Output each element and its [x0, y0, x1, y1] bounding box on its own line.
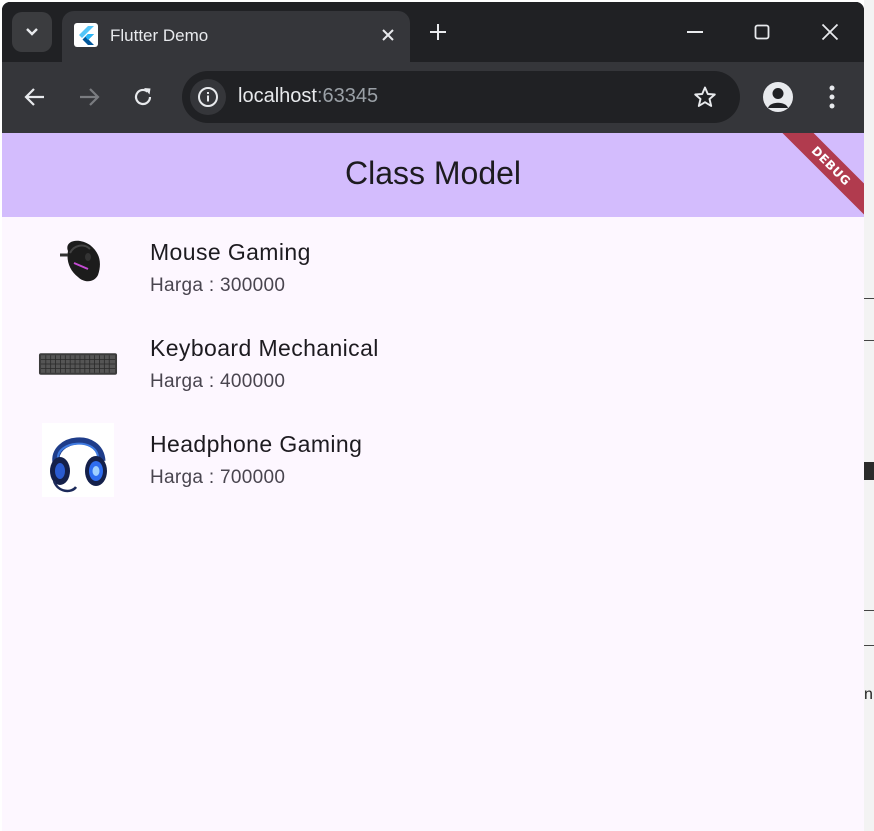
item-name: Mouse Gaming	[150, 239, 311, 265]
browser-toolbar: localhost:63345	[2, 62, 864, 133]
new-tab-button[interactable]	[426, 20, 450, 44]
close-window-button[interactable]	[813, 17, 847, 47]
forward-button[interactable]	[75, 83, 103, 111]
maximize-icon	[754, 24, 770, 40]
flutter-logo-icon	[74, 23, 98, 47]
minimize-button[interactable]	[678, 17, 712, 47]
list-item[interactable]: Headphone Gaming Harga : 700000	[2, 409, 864, 505]
reload-icon	[134, 88, 152, 106]
arrow-left-icon	[24, 88, 44, 106]
tab-flutter-demo[interactable]: Flutter Demo	[62, 11, 410, 62]
close-icon	[821, 23, 839, 41]
item-name: Headphone Gaming	[150, 431, 363, 457]
item-name: Keyboard Mechanical	[150, 335, 379, 361]
tab-search-button[interactable]	[12, 12, 52, 52]
app-bar: Class Model	[2, 133, 864, 217]
url-text: localhost:63345	[238, 85, 378, 108]
page-viewport: Class Model DEBUG Mouse Gaming Harga : 3…	[2, 133, 864, 831]
minimize-icon	[687, 31, 703, 33]
tab-close-button[interactable]	[376, 23, 400, 47]
maximize-button[interactable]	[745, 17, 779, 47]
background-divider	[864, 340, 874, 341]
arrow-right-icon	[80, 88, 100, 106]
star-icon	[694, 86, 716, 107]
list-item[interactable]: Keyboard Mechanical Harga : 400000	[2, 313, 864, 409]
site-info-button[interactable]	[190, 79, 226, 115]
background-divider	[864, 298, 874, 299]
account-icon	[768, 88, 788, 108]
more-vert-icon	[829, 85, 835, 109]
mechanical-keyboard-image	[38, 327, 118, 401]
back-button[interactable]	[21, 83, 49, 111]
address-bar[interactable]: localhost:63345	[182, 71, 740, 123]
browser-window: Flutter Demo localhost:63345 Class Model…	[2, 2, 864, 831]
background-divider	[864, 645, 874, 646]
tab-strip: Flutter Demo	[2, 2, 864, 62]
list-item[interactable]: Mouse Gaming Harga : 300000	[2, 217, 864, 313]
item-price: Harga : 400000	[150, 371, 286, 392]
background-window	[864, 0, 874, 831]
close-icon	[382, 29, 394, 41]
reload-button[interactable]	[129, 83, 157, 111]
chevron-down-icon	[26, 28, 38, 36]
background-bar	[864, 462, 874, 480]
background-divider	[864, 610, 874, 611]
info-icon	[198, 87, 218, 107]
item-price: Harga : 700000	[150, 467, 286, 488]
url-host: localhost	[238, 85, 317, 107]
plus-icon	[430, 24, 446, 40]
item-price: Harga : 300000	[150, 275, 286, 296]
bookmark-button[interactable]	[692, 84, 718, 110]
browser-menu-button[interactable]	[820, 82, 844, 112]
tab-title: Flutter Demo	[110, 26, 209, 45]
page-title: Class Model	[344, 155, 522, 191]
gaming-mouse-image	[38, 231, 118, 305]
url-port: :63345	[316, 85, 379, 107]
product-list: Mouse Gaming Harga : 300000 Keyboard Mec…	[2, 217, 864, 505]
profile-button[interactable]	[763, 82, 793, 112]
background-text: n	[864, 686, 873, 703]
gaming-headphone-image	[38, 423, 118, 497]
